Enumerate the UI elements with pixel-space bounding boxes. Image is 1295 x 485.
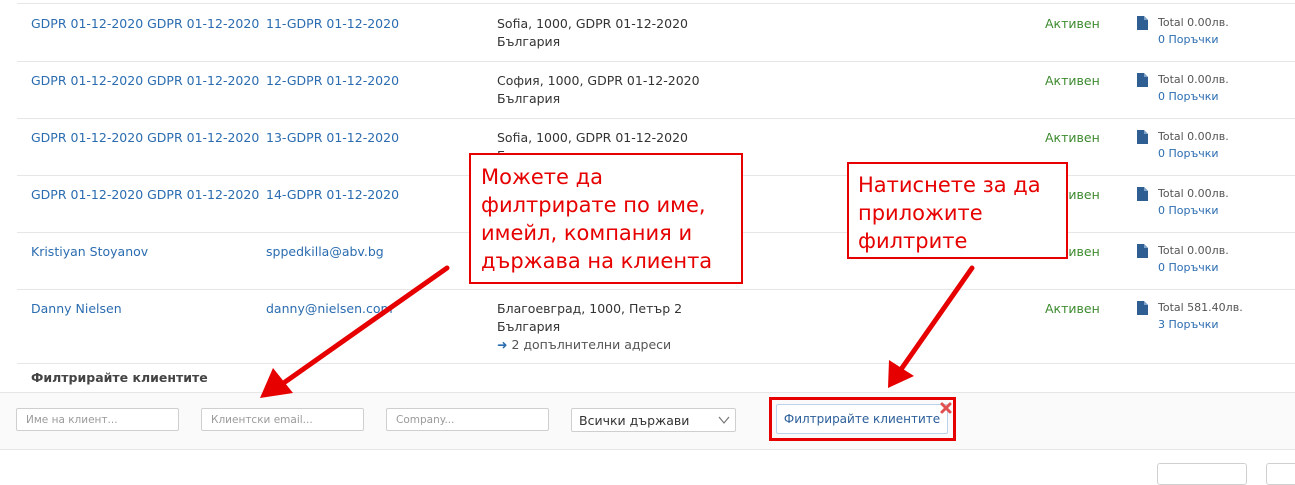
annotation-arrows (260, 265, 975, 398)
arrow-to-inputs (260, 265, 450, 398)
arrow-to-button (888, 265, 975, 388)
